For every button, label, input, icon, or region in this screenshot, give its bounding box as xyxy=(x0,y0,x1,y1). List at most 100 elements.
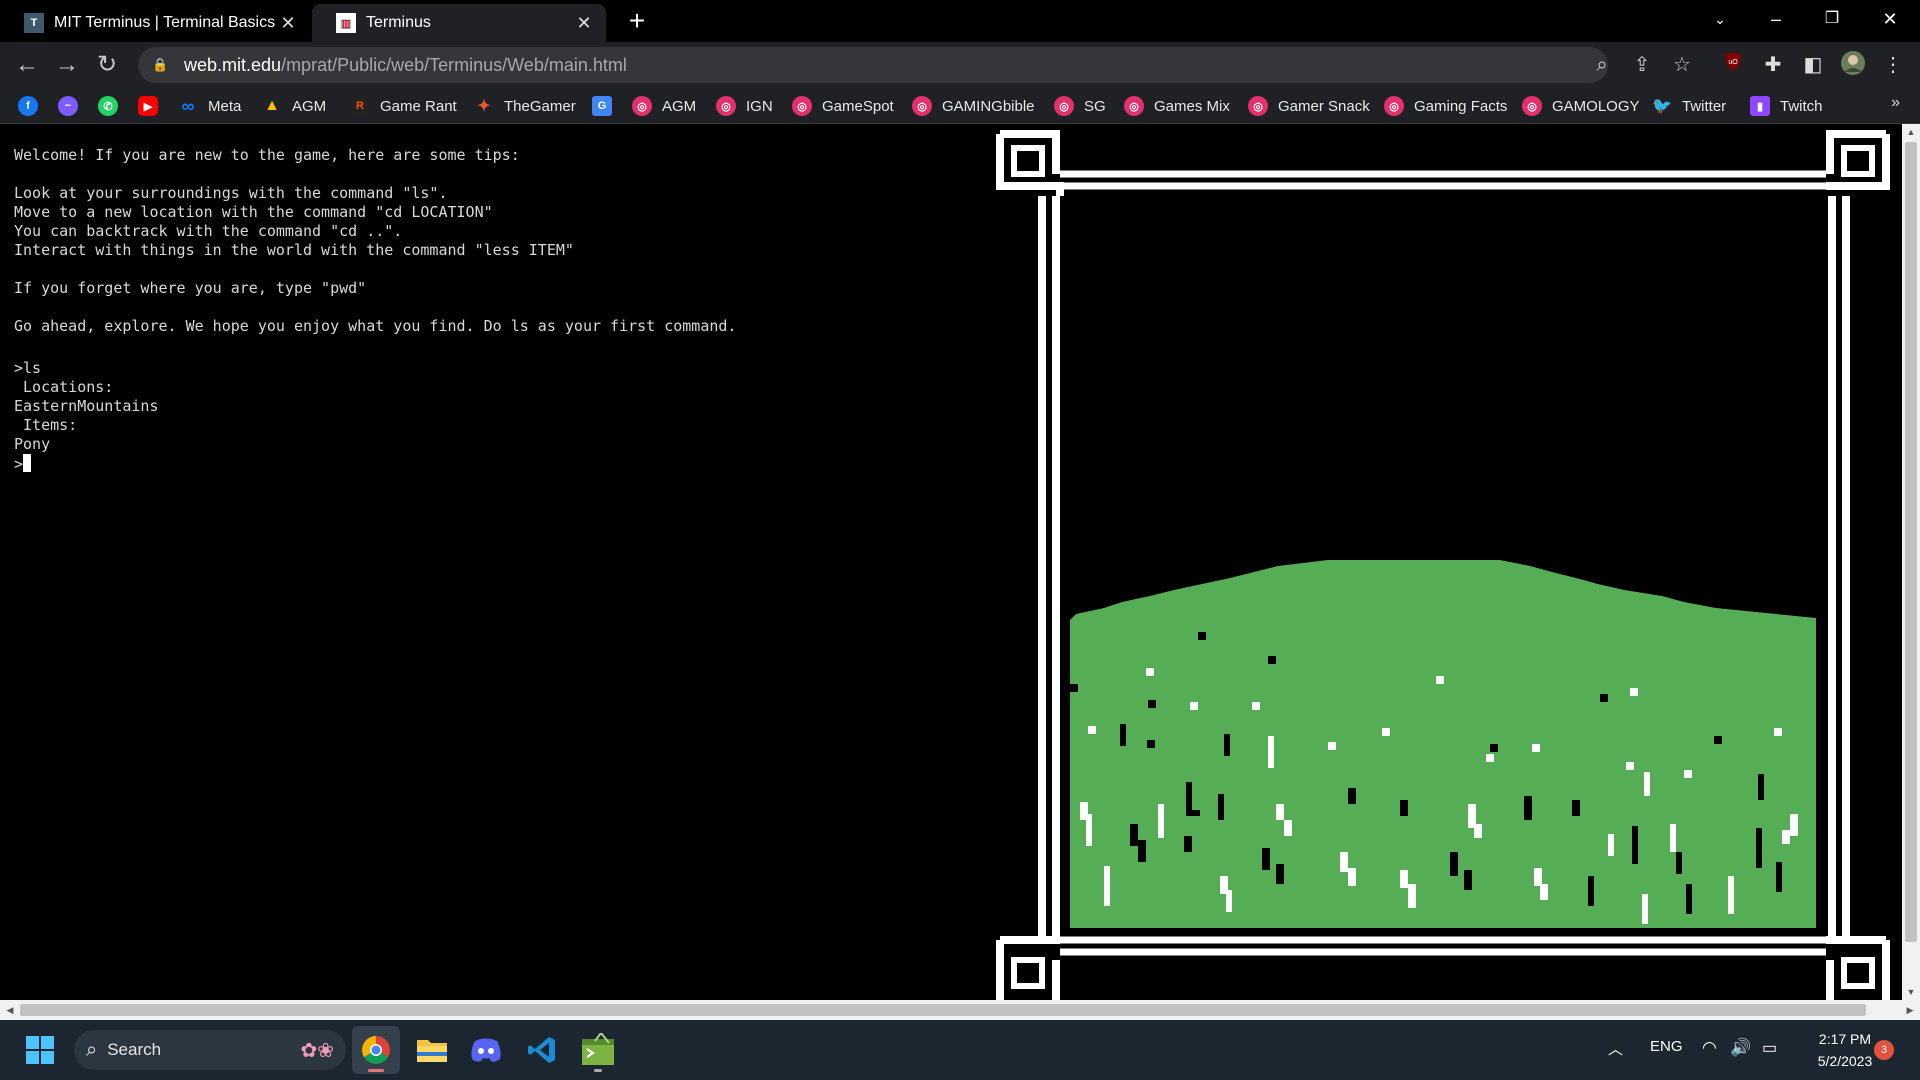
close-window-icon[interactable]: ✕ xyxy=(1868,0,1912,38)
show-hidden-icons-icon[interactable]: ︿ xyxy=(1608,1038,1623,1059)
taskbar-gitbash[interactable] xyxy=(574,1026,622,1074)
bookmark-label: Games Mix xyxy=(1154,97,1230,115)
vertical-scrollbar[interactable]: ▲ ▼ xyxy=(1902,124,1920,1000)
scroll-left-icon[interactable]: ◀ xyxy=(2,1002,18,1018)
bookmark-agm-drive[interactable]: ▲ AGM xyxy=(262,94,326,118)
instagram-icon: ◎ xyxy=(912,96,932,116)
bookmark-thegamer[interactable]: ✦ TheGamer xyxy=(474,94,576,118)
bookmark-gamingbible[interactable]: ◎ GAMINGbible xyxy=(912,94,1035,118)
back-icon[interactable]: ← xyxy=(12,50,42,80)
ublock-icon[interactable]: uO xyxy=(1718,50,1748,80)
welcome-line: Welcome! If you are new to the game, her… xyxy=(14,146,520,164)
tab-title: Terminus xyxy=(366,14,431,31)
bookmark-star-icon[interactable]: ☆ xyxy=(1668,51,1696,79)
location-entry: EasternMountains xyxy=(14,397,159,415)
browser-menu-icon[interactable]: ⋮ xyxy=(1878,50,1908,80)
bookmark-meta[interactable]: ∞ Meta xyxy=(178,94,242,118)
svg-text:uO: uO xyxy=(1728,59,1738,66)
minimize-icon[interactable]: – xyxy=(1754,0,1798,38)
lock-icon[interactable]: 🔒 xyxy=(152,57,170,73)
close-tab-icon[interactable]: ✕ xyxy=(278,13,298,34)
bookmark-gamology[interactable]: ◎ GAMOLOGY xyxy=(1522,94,1640,118)
zoom-icon[interactable]: ⌕ xyxy=(1588,51,1616,79)
forward-icon[interactable]: → xyxy=(52,50,82,80)
profile-avatar[interactable] xyxy=(1838,50,1868,80)
instagram-icon: ◎ xyxy=(1384,96,1404,116)
bookmark-label: TheGamer xyxy=(504,97,576,115)
side-panel-icon[interactable]: ◧ xyxy=(1798,50,1828,80)
new-tab-button[interactable]: + xyxy=(622,6,652,36)
text-cursor xyxy=(23,454,32,472)
item-entry: Pony xyxy=(14,435,51,453)
battery-icon[interactable]: ▭ xyxy=(1762,1038,1777,1058)
bookmark-game-rant[interactable]: R Game Rant xyxy=(350,94,457,118)
bookmark-label: Gaming Facts xyxy=(1414,97,1508,115)
tip-backtrack-line: You can backtrack with the command "cd .… xyxy=(14,222,403,240)
bookmark-translate[interactable]: G xyxy=(592,94,622,118)
share-icon[interactable]: ⇪ xyxy=(1628,51,1656,79)
bookmark-youtube[interactable]: ▶ xyxy=(138,94,168,118)
bookmark-facebook[interactable]: f xyxy=(18,94,48,118)
thegamer-icon: ✦ xyxy=(477,98,491,115)
explore-line: Go ahead, explore. We hope you enjoy wha… xyxy=(14,317,737,335)
vertical-scroll-thumb[interactable] xyxy=(1905,142,1917,942)
bookmark-twitter[interactable]: 🐦 Twitter xyxy=(1652,94,1726,118)
tab-mit-terminus-basics[interactable]: T MIT Terminus | Terminal Basics ✕ xyxy=(0,4,310,42)
extensions-icon[interactable]: ✚ xyxy=(1758,50,1788,80)
twitch-icon: ▮ xyxy=(1750,96,1770,116)
terminal-output[interactable]: Welcome! If you are new to the game, her… xyxy=(14,146,964,473)
instagram-icon: ◎ xyxy=(1124,96,1144,116)
wifi-icon[interactable]: ◠ xyxy=(1702,1038,1717,1058)
bookmark-messenger[interactable]: ~ xyxy=(58,94,88,118)
bookmark-label: IGN xyxy=(746,97,773,115)
command-prompt[interactable]: > xyxy=(14,454,964,473)
tip-less-line: Interact with things in the world with t… xyxy=(14,241,574,259)
bookmark-sg[interactable]: ◎ SG xyxy=(1054,94,1106,118)
bookmarks-overflow-icon[interactable]: » xyxy=(1891,94,1900,112)
terminal-app-icon xyxy=(582,1033,614,1065)
start-button[interactable] xyxy=(16,1026,64,1074)
bookmark-whatsapp[interactable]: ✆ xyxy=(98,94,128,118)
page-content: Welcome! If you are new to the game, her… xyxy=(0,124,1920,1020)
locations-header: Locations: xyxy=(14,378,114,396)
close-tab-icon[interactable]: ✕ xyxy=(574,13,594,34)
horizontal-scrollbar[interactable]: ◀ ▶ xyxy=(0,1000,1920,1020)
bookmark-games-mix[interactable]: ◎ Games Mix xyxy=(1124,94,1230,118)
language-indicator[interactable]: ENG xyxy=(1650,1038,1683,1055)
translate-icon: G xyxy=(592,96,612,116)
taskbar: ⌕ Search ✿❀ ︿ ENG ◠ 🔊 ▭ 2:17 PM 5/2/2023… xyxy=(0,1020,1920,1080)
address-bar[interactable]: 🔒 web.mit.edu/mprat/Public/web/Terminus/… xyxy=(138,47,1608,83)
browser-toolbar: ← → ↻ 🔒 web.mit.edu/mprat/Public/web/Ter… xyxy=(0,42,1920,88)
tab-search-icon[interactable]: ⌄ xyxy=(1698,0,1742,38)
restore-icon[interactable]: ❐ xyxy=(1810,0,1854,38)
bookmark-twitch[interactable]: ▮ Twitch xyxy=(1750,94,1823,118)
bookmark-gamespot[interactable]: ◎ GameSpot xyxy=(792,94,894,118)
instagram-icon: ◎ xyxy=(1054,96,1074,116)
scroll-down-icon[interactable]: ▼ xyxy=(1902,984,1920,1000)
tab-terminus[interactable]: ▥ Terminus ✕ xyxy=(312,4,606,42)
bookmark-label: GAMOLOGY xyxy=(1552,97,1640,115)
bookmark-label: AGM xyxy=(292,97,327,115)
bookmark-label: GAMINGbible xyxy=(942,97,1035,115)
taskbar-chrome[interactable] xyxy=(352,1026,400,1074)
reload-icon[interactable]: ↻ xyxy=(92,50,122,80)
folder-icon xyxy=(417,1040,447,1062)
whatsapp-icon: ✆ xyxy=(98,96,118,116)
taskbar-search[interactable]: ⌕ Search ✿❀ xyxy=(74,1030,346,1070)
bookmark-agm-instagram[interactable]: ◎ AGM xyxy=(632,94,696,118)
mit-favicon-icon: T xyxy=(24,13,44,33)
tab-title: MIT Terminus | Terminal Basics xyxy=(54,14,276,31)
taskbar-file-explorer[interactable] xyxy=(408,1026,456,1074)
tip-ls-line: Look at your surroundings with the comma… xyxy=(14,184,448,202)
bookmark-ign[interactable]: ◎ IGN xyxy=(716,94,773,118)
volume-icon[interactable]: 🔊 xyxy=(1730,1038,1751,1058)
scroll-right-icon[interactable]: ▶ xyxy=(1902,1002,1918,1018)
scroll-up-icon[interactable]: ▲ xyxy=(1902,124,1920,140)
horizontal-scroll-thumb[interactable] xyxy=(20,1004,1866,1016)
scene-art xyxy=(990,124,1896,1000)
bookmark-gaming-facts[interactable]: ◎ Gaming Facts xyxy=(1384,94,1507,118)
taskbar-discord[interactable] xyxy=(462,1026,510,1074)
taskbar-vscode[interactable] xyxy=(518,1026,566,1074)
bookmark-gamer-snack[interactable]: ◎ Gamer Snack xyxy=(1248,94,1370,118)
notification-badge[interactable]: 3 xyxy=(1874,1040,1894,1060)
